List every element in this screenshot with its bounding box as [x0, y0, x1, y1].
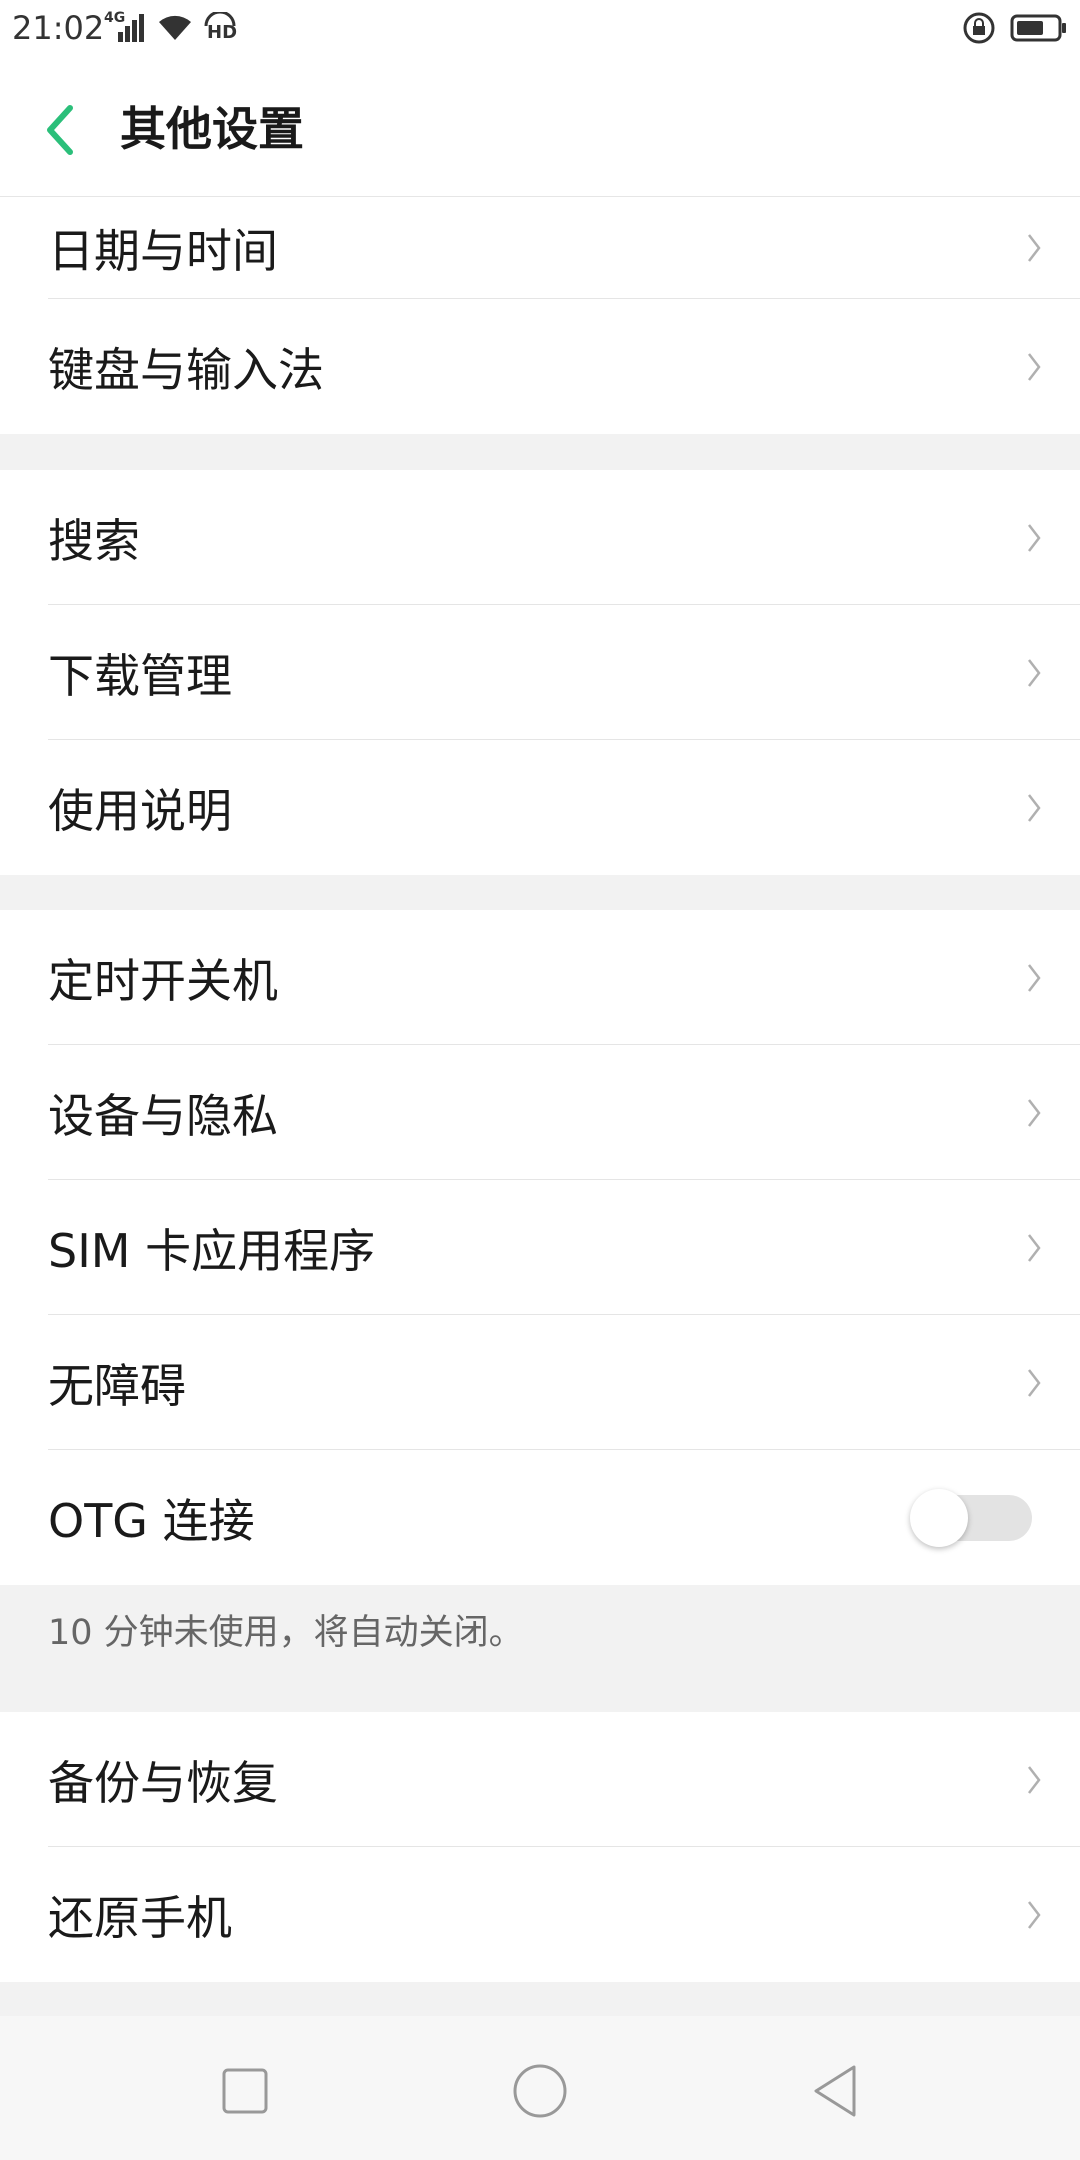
rotation-lock-icon [962, 11, 996, 45]
chevron-right-icon [1028, 1098, 1041, 1127]
settings-item-label: 还原手机 [48, 1890, 232, 1945]
settings-item-label: OTG 连接 [48, 1493, 255, 1548]
settings-item-label: 搜索 [48, 513, 140, 568]
nav-recents-button[interactable] [205, 2056, 285, 2126]
otg-note: 10 分钟未使用，将自动关闭。 [48, 1613, 524, 1653]
status-icons-left: 4G HD [104, 10, 238, 46]
settings-item-download-manager[interactable]: 下载管理 [0, 605, 1080, 740]
settings-item-otg: OTG 连接 [0, 1450, 1080, 1585]
chevron-right-icon [1028, 658, 1041, 687]
navigation-bar [0, 2016, 1080, 2160]
settings-section-1: 日期与时间 键盘与输入法 [0, 197, 1080, 434]
settings-item-reset-phone[interactable]: 还原手机 [0, 1847, 1080, 1982]
chevron-right-icon [1028, 793, 1041, 822]
toggle-knob [910, 1488, 968, 1547]
chevron-right-icon [1028, 352, 1041, 381]
settings-section-3: 定时开关机 设备与隐私 SIM 卡应用程序 无障碍 OTG 连接 [0, 910, 1080, 1585]
settings-item-device-privacy[interactable]: 设备与隐私 [0, 1045, 1080, 1180]
chevron-right-icon [1028, 1233, 1041, 1262]
page-title: 其他设置 [120, 102, 304, 156]
settings-section-4: 备份与恢复 还原手机 [0, 1712, 1080, 1982]
back-button[interactable] [30, 90, 90, 170]
chevron-right-icon [1028, 234, 1041, 262]
nav-home-button[interactable] [500, 2056, 580, 2126]
chevron-right-icon [1028, 1900, 1041, 1929]
settings-item-backup-restore[interactable]: 备份与恢复 [0, 1712, 1080, 1847]
settings-item-label: 备份与恢复 [48, 1755, 278, 1810]
settings-item-label: 设备与隐私 [48, 1088, 278, 1143]
hd-label: HD [207, 22, 238, 43]
header: 其他设置 [0, 54, 1080, 197]
circle-icon [513, 2064, 567, 2118]
settings-item-accessibility[interactable]: 无障碍 [0, 1315, 1080, 1450]
settings-item-label: 下载管理 [48, 648, 232, 703]
status-icons-right [962, 10, 1068, 46]
settings-item-label: 定时开关机 [48, 953, 278, 1008]
wifi-icon [156, 13, 194, 43]
settings-item-user-guide[interactable]: 使用说明 [0, 740, 1080, 875]
settings-section-2: 搜索 下载管理 使用说明 [0, 470, 1080, 875]
battery-icon [1010, 13, 1068, 43]
settings-item-label: 无障碍 [48, 1358, 186, 1413]
square-icon [222, 2068, 268, 2114]
signal-icon: 4G [104, 10, 148, 44]
settings-item-label: 日期与时间 [48, 224, 278, 278]
chevron-right-icon [1028, 963, 1041, 992]
settings-item-scheduled-power[interactable]: 定时开关机 [0, 910, 1080, 1045]
settings-item-label: 使用说明 [48, 783, 232, 838]
settings-item-date-time[interactable]: 日期与时间 [0, 197, 1080, 299]
settings-item-label: 键盘与输入法 [48, 342, 324, 397]
triangle-back-icon [814, 2065, 856, 2117]
chevron-right-icon [1028, 1765, 1041, 1794]
chevron-left-icon [47, 105, 73, 155]
settings-item-sim-toolkit[interactable]: SIM 卡应用程序 [0, 1180, 1080, 1315]
chevron-right-icon [1028, 1368, 1041, 1397]
settings-item-search[interactable]: 搜索 [0, 470, 1080, 605]
status-time: 21:02 [12, 9, 105, 47]
nav-back-button[interactable] [795, 2056, 875, 2126]
settings-item-label: SIM 卡应用程序 [48, 1223, 376, 1278]
otg-toggle[interactable] [910, 1488, 1032, 1547]
chevron-right-icon [1028, 523, 1041, 552]
settings-item-keyboard-input[interactable]: 键盘与输入法 [0, 299, 1080, 434]
hd-icon: HD [202, 12, 238, 44]
status-bar: 21:02 4G HD [0, 0, 1080, 54]
